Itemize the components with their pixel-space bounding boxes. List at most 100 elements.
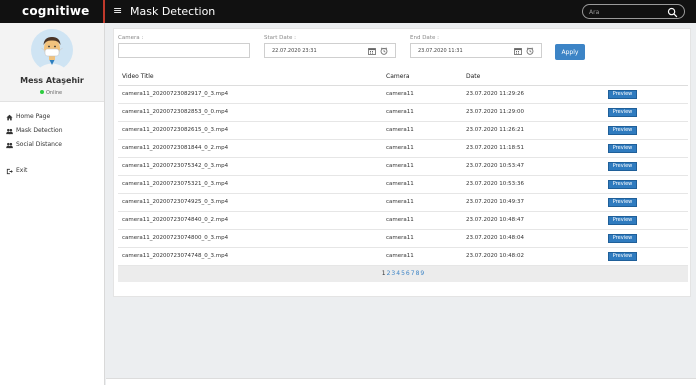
date-cell: 23.07.2020 11:29:26 — [462, 85, 604, 104]
table-row: camera11_20200723074748_0_3.mp4 camera11 2… — [118, 247, 688, 266]
page-link[interactable]: 4 — [396, 270, 400, 277]
video-table: Video Title Camera Date camera11_2020072… — [118, 68, 688, 266]
online-status: Online — [40, 90, 62, 96]
preview-button[interactable]: Preview — [608, 161, 637, 171]
preview-button[interactable]: Preview — [608, 215, 637, 225]
camera-cell: camera11 — [382, 121, 462, 140]
users-icon — [6, 142, 13, 148]
table-row: camera11_20200723082917_0_3.mp4 camera11 2… — [118, 85, 688, 104]
sidebar-item-social-distance[interactable]: Social Distance — [6, 140, 62, 150]
clock-icon[interactable] — [380, 47, 388, 55]
calendar-icon[interactable] — [368, 47, 376, 55]
exit-icon — [6, 168, 13, 174]
clock-icon[interactable] — [526, 47, 534, 55]
page-link[interactable]: 9 — [420, 270, 424, 277]
sidebar-item-label: Home Page — [16, 113, 51, 120]
action-cell: Preview — [604, 85, 688, 104]
camera-filter-label: Camera : — [118, 35, 144, 41]
video-title-cell: camera11_20200723074800_0_3.mp4 — [118, 229, 382, 248]
table-row: camera11_20200723075342_0_3.mp4 camera11 2… — [118, 157, 688, 176]
preview-button[interactable]: Preview — [608, 197, 637, 207]
action-cell: Preview — [604, 103, 688, 122]
action-cell: Preview — [604, 175, 688, 194]
date-cell: 23.07.2020 10:53:36 — [462, 175, 604, 194]
video-title-cell: camera11_20200723075321_0_3.mp4 — [118, 175, 382, 194]
preview-button[interactable]: Preview — [608, 89, 637, 99]
search-box[interactable] — [582, 4, 685, 19]
action-cell: Preview — [604, 211, 688, 230]
preview-button[interactable]: Preview — [608, 125, 637, 135]
video-title-cell: camera11_20200723081844_0_2.mp4 — [118, 139, 382, 158]
video-list-panel: Camera : Start Date : 22.07.2020 23:31 E… — [113, 28, 691, 297]
date-cell: 23.07.2020 10:53:47 — [462, 157, 604, 176]
camera-filter-input[interactable] — [118, 43, 250, 58]
table-header-row: Video Title Camera Date — [118, 68, 688, 86]
home-icon — [6, 114, 13, 120]
column-header-camera[interactable]: Camera — [382, 68, 462, 86]
action-cell: Preview — [604, 229, 688, 248]
video-title-cell: camera11_20200723074925_0_3.mp4 — [118, 193, 382, 212]
start-date-value[interactable]: 22.07.2020 23:31 — [272, 48, 317, 54]
camera-cell: camera11 — [382, 85, 462, 104]
avatar — [31, 29, 73, 72]
page-title: Mask Detection — [130, 5, 216, 18]
video-title-cell: camera11_20200723074748_0_3.mp4 — [118, 247, 382, 266]
preview-button[interactable]: Preview — [608, 143, 637, 153]
table-row: camera11_20200723081844_0_2.mp4 camera11 2… — [118, 139, 688, 158]
table-row: camera11_20200723082853_0_0.mp4 camera11 2… — [118, 103, 688, 122]
preview-button[interactable]: Preview — [608, 179, 637, 189]
end-date-field[interactable]: 23.07.2020 11:31 — [410, 43, 542, 58]
menu-toggle-icon[interactable]: ≡ — [113, 4, 122, 18]
column-header-date[interactable]: Date — [462, 68, 604, 86]
date-cell: 23.07.2020 10:49:37 — [462, 193, 604, 212]
preview-button[interactable]: Preview — [608, 251, 637, 261]
column-header-video-title[interactable]: Video Title — [118, 68, 382, 86]
sidebar-item-exit[interactable]: Exit — [6, 166, 27, 176]
preview-button[interactable]: Preview — [608, 107, 637, 117]
brand-logo-text[interactable]: cognitiwe — [22, 4, 89, 18]
page-link[interactable]: 8 — [416, 270, 420, 277]
search-icon[interactable] — [667, 7, 678, 18]
start-date-label: Start Date : — [264, 35, 296, 41]
pagination: 123456789 — [118, 266, 688, 282]
sidebar: Mess Ataşehir Online Home Page Mask Dete… — [0, 23, 105, 385]
video-title-cell: camera11_20200723082853_0_0.mp4 — [118, 103, 382, 122]
start-date-field[interactable]: 22.07.2020 23:31 — [264, 43, 396, 58]
action-cell: Preview — [604, 157, 688, 176]
footer — [106, 378, 696, 385]
page-link[interactable]: 6 — [406, 270, 410, 277]
camera-cell: camera11 — [382, 193, 462, 212]
action-cell: Preview — [604, 193, 688, 212]
status-label: Online — [46, 90, 63, 96]
table-row: camera11_20200723074800_0_3.mp4 camera11 2… — [118, 229, 688, 248]
brand[interactable]: cognitiwe — [0, 0, 105, 23]
search-input[interactable] — [589, 7, 667, 17]
action-cell: Preview — [604, 247, 688, 266]
sidebar-item-label: Social Distance — [16, 141, 62, 148]
camera-cell: camera11 — [382, 139, 462, 158]
date-cell: 23.07.2020 10:48:47 — [462, 211, 604, 230]
column-header-actions — [604, 68, 688, 86]
page-link[interactable]: 2 — [387, 270, 391, 277]
video-title-cell: camera11_20200723074840_0_2.mp4 — [118, 211, 382, 230]
camera-cell: camera11 — [382, 211, 462, 230]
users-icon — [6, 128, 13, 134]
page-link[interactable]: 3 — [391, 270, 395, 277]
page-link[interactable]: 5 — [401, 270, 405, 277]
action-cell: Preview — [604, 139, 688, 158]
calendar-icon[interactable] — [514, 47, 522, 55]
page-link[interactable]: 1 — [382, 270, 386, 277]
sidebar-item-home[interactable]: Home Page — [6, 112, 50, 122]
date-cell: 23.07.2020 11:29:00 — [462, 103, 604, 122]
sidebar-item-mask-detection[interactable]: Mask Detection — [6, 126, 63, 136]
page-link[interactable]: 7 — [411, 270, 415, 277]
preview-button[interactable]: Preview — [608, 233, 637, 243]
video-title-cell: camera11_20200723082917_0_3.mp4 — [118, 85, 382, 104]
action-cell: Preview — [604, 121, 688, 140]
date-cell: 23.07.2020 10:48:04 — [462, 229, 604, 248]
camera-cell: camera11 — [382, 157, 462, 176]
end-date-value[interactable]: 23.07.2020 11:31 — [418, 48, 463, 54]
camera-cell: camera11 — [382, 175, 462, 194]
apply-button[interactable]: Apply — [555, 44, 585, 60]
camera-cell: camera11 — [382, 103, 462, 122]
